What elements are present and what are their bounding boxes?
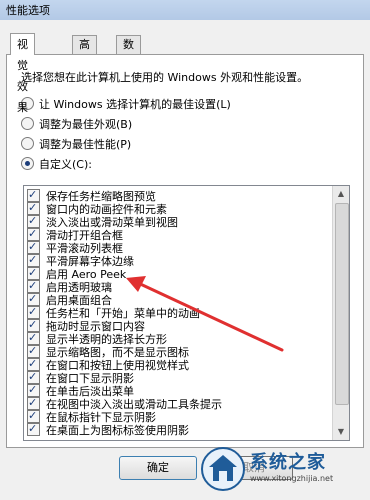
checkbox[interactable] <box>27 228 40 241</box>
checkbox[interactable] <box>27 332 40 345</box>
checkbox[interactable] <box>27 254 40 267</box>
radio-best-performance[interactable]: 调整为最佳性能(P) <box>21 137 131 153</box>
tab-visual-effects[interactable]: 视觉效果 <box>10 33 35 114</box>
checkbox[interactable] <box>27 345 40 358</box>
radio-label: 让 Windows 选择计算机的最佳设置(L) <box>39 98 231 111</box>
checkbox[interactable] <box>27 189 40 202</box>
tab-data-execution-prevention[interactable]: 数据执行保护 <box>116 35 141 141</box>
title-bar: 性能选项 <box>0 0 370 20</box>
radio-label: 调整为最佳性能(P) <box>39 138 132 151</box>
house-logo-icon <box>201 447 245 491</box>
checkbox[interactable] <box>27 371 40 384</box>
checkbox[interactable] <box>27 423 40 436</box>
checkbox[interactable] <box>27 293 40 306</box>
checkbox[interactable] <box>27 215 40 228</box>
radio-label: 自定义(C): <box>39 158 92 171</box>
radio-button[interactable] <box>21 137 34 150</box>
radio-button[interactable] <box>21 117 34 130</box>
effects-list[interactable]: 保存任务栏缩略图预览 窗口内的动画控件和元素 淡入淡出或滑动菜单到视图 滑动打开… <box>23 185 350 441</box>
checkbox[interactable] <box>27 280 40 293</box>
window-title: 性能选项 <box>6 4 50 17</box>
watermark-text: 系统之家 <box>250 452 326 473</box>
ok-button[interactable]: 确定 <box>119 456 197 480</box>
checkbox[interactable] <box>27 410 40 423</box>
watermark-url: www.xitongzhijia.net <box>250 474 334 483</box>
scroll-down-arrow-icon[interactable]: ▼ <box>334 424 348 439</box>
radio-custom[interactable]: 自定义(C): <box>21 157 92 173</box>
visual-effects-panel: 选择您想在此计算机上使用的 Windows 外观和性能设置。 让 Windows… <box>6 54 364 448</box>
checkbox[interactable] <box>27 358 40 371</box>
vertical-scrollbar[interactable]: ▲ ▼ <box>332 186 349 440</box>
radio-label: 调整为最佳外观(B) <box>39 118 133 131</box>
performance-options-dialog: 视觉效果 高级 数据执行保护 选择您想在此计算机上使用的 Windows 外观和… <box>0 20 370 500</box>
checkbox[interactable] <box>27 306 40 319</box>
radio-button-checked[interactable] <box>21 157 34 170</box>
checkbox[interactable] <box>27 397 40 410</box>
tab-advanced[interactable]: 高级 <box>72 35 97 69</box>
scroll-thumb[interactable] <box>335 203 349 405</box>
checkbox[interactable] <box>27 267 40 280</box>
checkbox[interactable] <box>27 202 40 215</box>
site-watermark: 系统之家 www.xitongzhijia.net <box>200 440 370 500</box>
checkbox[interactable] <box>27 241 40 254</box>
checkbox[interactable] <box>27 384 40 397</box>
scroll-up-arrow-icon[interactable]: ▲ <box>334 186 348 201</box>
list-item[interactable]: 在桌面上为图标标签使用阴影 <box>27 423 332 438</box>
list-item-label: 在桌面上为图标标签使用阴影 <box>46 424 189 437</box>
radio-best-appearance[interactable]: 调整为最佳外观(B) <box>21 117 132 133</box>
checkbox[interactable] <box>27 319 40 332</box>
radio-let-windows-choose[interactable]: 让 Windows 选择计算机的最佳设置(L) <box>21 97 231 113</box>
panel-description: 选择您想在此计算机上使用的 Windows 外观和性能设置。 <box>21 71 309 84</box>
